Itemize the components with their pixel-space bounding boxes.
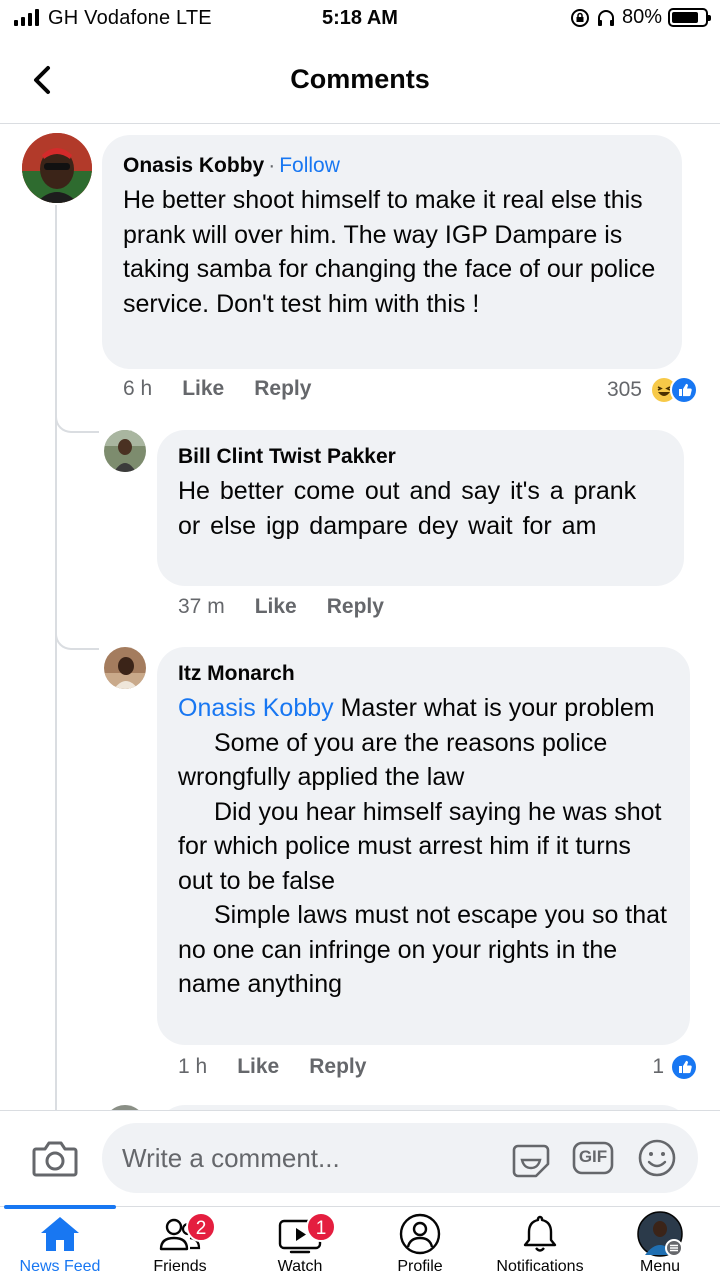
comment-header: Onasis Kobby · Follow [123,154,340,177]
like-button[interactable]: Like [237,1055,279,1079]
avatar[interactable] [104,430,146,472]
reply-button[interactable]: Reply [327,595,384,619]
comment-paragraph: Some of you are the reasons police wrong… [178,728,608,792]
comment-bubble[interactable]: Onasis Kobby · Follow He better shoot hims… [102,135,682,369]
battery-icon [668,8,711,27]
sticker-button[interactable] [510,1138,552,1178]
chevron-left-icon [34,66,50,94]
tab-label: News Feed [19,1258,101,1275]
comment-text: He better come out and say it's a prank … [178,477,637,540]
comment-bubble[interactable]: Bill Clint Twist Pakker He better come o… [157,430,684,586]
menu-avatar-icon [637,1211,683,1257]
reply-connector [55,415,99,433]
back-button[interactable] [22,60,62,100]
gif-button[interactable]: GIF [572,1138,614,1178]
tab-watch[interactable]: 1 Watch [240,1207,360,1280]
active-tab-indicator [4,1205,116,1209]
follow-button[interactable]: Follow [279,154,340,177]
friends-badge: 2 [186,1212,216,1242]
comment-author[interactable]: Itz Monarch [178,661,672,687]
bottom-tab-bar: News Feed 2 Friends 1 Watch Profile Noti… [0,1205,720,1280]
sticker-icon [512,1144,550,1178]
mention-link[interactable]: Onasis Kobby [178,694,334,722]
tab-friends[interactable]: 2 Friends [120,1207,240,1280]
tab-menu[interactable]: Menu [600,1207,720,1280]
reaction-count: 1 [652,1055,664,1078]
reaction-count: 305 [606,378,642,401]
comment-actions: 37 m Like Reply [178,595,414,619]
comment-time: 6 h [123,377,153,400]
headphones-icon [597,9,614,26]
status-bar: GH Vodafone LTE 5:18 AM 80% [0,0,720,38]
comment-time: 1 h [178,1055,208,1078]
avatar-image [104,430,146,472]
comment-bubble[interactable]: Itz Monarch Onasis Kobby Master what is … [157,647,690,1045]
tab-news-feed[interactable]: News Feed [0,1205,120,1280]
like-reaction-icon [670,376,698,404]
reply-button[interactable]: Reply [309,1055,366,1079]
comment-composer: GIF [0,1110,720,1206]
rotation-lock-icon [570,8,589,27]
comment-author[interactable]: Bill Clint Twist Pakker [178,444,662,470]
comment-text: He better shoot himself to make it real … [123,186,656,318]
tab-label: Watch [277,1258,323,1275]
emoji-button[interactable] [636,1138,678,1178]
status-indicators: 80% [570,6,711,29]
avatar-image [104,647,146,689]
reply-button[interactable]: Reply [254,377,311,401]
comment-paragraph: Simple laws must not escape you so that … [178,901,668,998]
comment-actions: 6 h Like Reply [123,377,341,401]
comment-text-line: Master what is your problem [333,694,655,722]
camera-icon [32,1141,78,1177]
tab-profile[interactable]: Profile [360,1207,480,1280]
reply-connector [55,632,99,650]
comment-text: Onasis Kobby Master what is your problem… [178,691,672,1002]
comment-time: 37 m [178,595,225,618]
avatar-image [22,133,92,203]
reaction-summary[interactable]: 305 [607,376,698,404]
like-button[interactable]: Like [255,595,297,619]
tab-label: Friends [153,1258,207,1275]
comment-thread[interactable]: Onasis Kobby · Follow He better shoot hims… [0,125,720,1110]
tab-label: Notifications [496,1258,584,1275]
thread-connector [55,205,57,1110]
comments-header: Comments [0,40,720,124]
avatar[interactable] [22,133,92,203]
tab-notifications[interactable]: Notifications [480,1207,600,1280]
comment-actions: 1 h Like Reply [178,1055,396,1079]
reaction-summary[interactable]: 1 [652,1053,698,1081]
page-title: Comments [290,64,430,94]
home-icon [41,1217,79,1251]
like-button[interactable]: Like [182,377,224,401]
bell-icon [523,1215,557,1252]
comment-input[interactable] [122,1123,492,1193]
comment-paragraph: Did you hear himself saying he was shot … [178,797,662,895]
gif-label: GIF [578,1147,608,1166]
comment-author[interactable]: Onasis Kobby [123,154,264,177]
comment-input-container: GIF [102,1123,698,1193]
battery-percent: 80% [621,6,662,28]
emoji-icon [638,1139,676,1177]
profile-icon [399,1213,441,1255]
avatar[interactable] [104,647,146,689]
like-reaction-icon [670,1053,698,1081]
watch-badge: 1 [306,1212,336,1242]
tab-label: Menu [639,1258,681,1275]
tab-label: Profile [397,1258,443,1275]
camera-button[interactable] [32,1139,78,1179]
